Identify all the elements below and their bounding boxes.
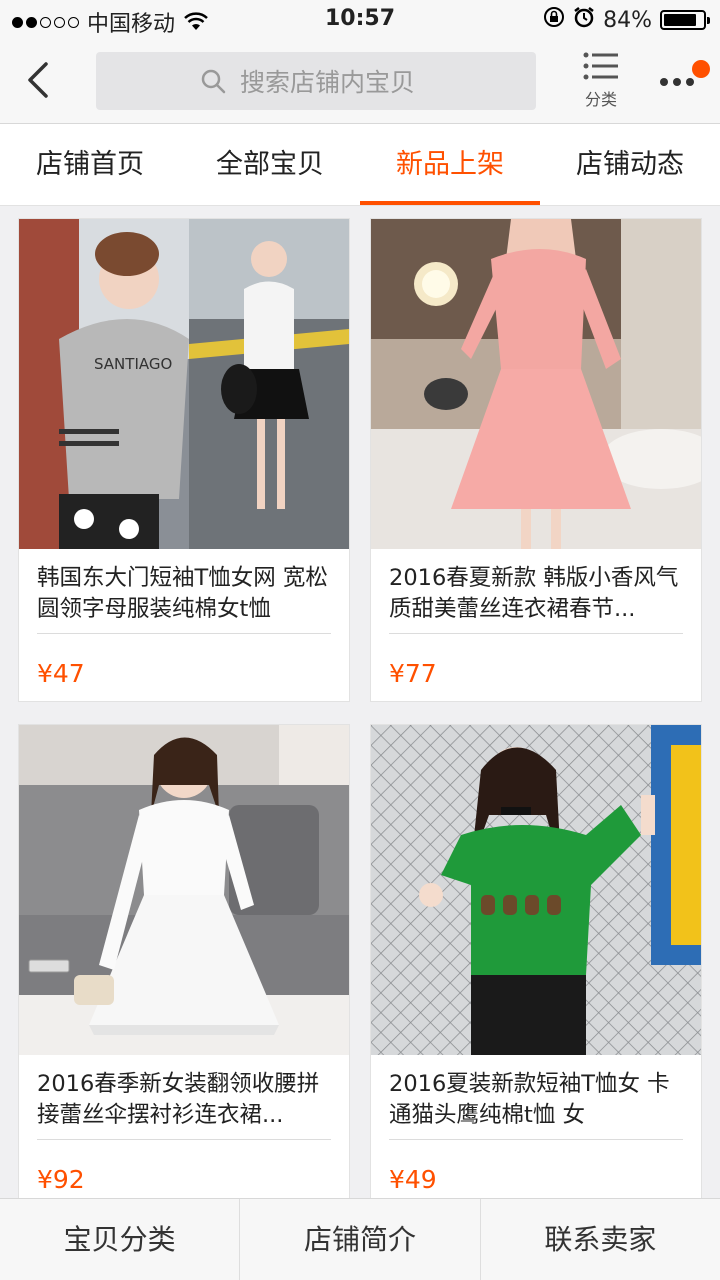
search-icon [200,68,226,100]
nav-bar: 搜索店铺内宝贝 分类 [0,40,720,124]
tab-shop-home[interactable]: 店铺首页 [0,124,180,205]
product-price: ¥47 [37,659,85,688]
product-title[interactable]: 2016夏装新款短袖T恤女 卡通猫头鹰纯棉t恤 女 [389,1069,685,1131]
product-image[interactable] [371,219,701,549]
product-image[interactable] [371,725,701,1055]
category-button[interactable]: 分类 [576,52,626,114]
product-title[interactable]: 2016春夏新款 韩版小香风气质甜美蕾丝连衣裙春节... [389,563,685,625]
category-label: 分类 [584,90,617,109]
status-bar: 中国移动 10:57 84% [0,0,720,40]
product-title[interactable]: 韩国东大门短袖T恤女网 宽松圆领字母服装纯棉女t恤 [37,563,333,625]
product-price: ¥49 [389,1165,437,1194]
more-dots-icon [660,78,694,86]
chevron-left-icon [28,62,48,98]
product-grid: SANTIAGO 韩国东大门短袖T恤女网 宽松圆领字母服装纯棉女t恤 ¥47 2… [0,206,720,1198]
shop-tabs: 店铺首页 全部宝贝 新品上架 店铺动态 [0,124,720,206]
product-title[interactable]: 2016春季新女装翻领收腰拼接蕾丝伞摆衬衫连衣裙... [37,1069,333,1131]
notification-dot [692,60,710,78]
product-image[interactable] [19,725,349,1055]
more-button[interactable] [656,60,712,104]
product-card[interactable]: 2016春夏新款 韩版小香风气质甜美蕾丝连衣裙春节... ¥77 [370,218,702,702]
battery-icon [660,10,710,30]
tab-all-items[interactable]: 全部宝贝 [180,124,360,205]
battery-percent: 84% [603,7,652,33]
divider [37,1139,331,1140]
product-image[interactable]: SANTIAGO [19,219,349,549]
divider [389,1139,683,1140]
status-right: 84% [543,6,710,34]
product-card[interactable]: 2016春季新女装翻领收腰拼接蕾丝伞摆衬衫连衣裙... ¥92 [18,724,350,1198]
item-categories-button[interactable]: 宝贝分类 [0,1199,241,1280]
product-card[interactable]: SANTIAGO 韩国东大门短袖T恤女网 宽松圆领字母服装纯棉女t恤 ¥47 [18,218,350,702]
divider [37,633,331,634]
shirt-print-text: SANTIAGO [94,355,172,373]
tab-shop-updates[interactable]: 店铺动态 [540,124,720,205]
rotation-lock-icon [543,6,565,34]
product-card[interactable]: 2016夏装新款短袖T恤女 卡通猫头鹰纯棉t恤 女 ¥49 [370,724,702,1198]
search-placeholder: 搜索店铺内宝贝 [240,68,416,97]
search-input[interactable]: 搜索店铺内宝贝 [96,52,536,110]
list-icon [583,52,618,80]
product-price: ¥77 [389,659,437,688]
alarm-icon [573,6,595,34]
tab-new-arrivals[interactable]: 新品上架 [360,124,540,205]
back-button[interactable] [18,58,62,102]
shop-intro-button[interactable]: 店铺简介 [240,1199,481,1280]
product-price: ¥92 [37,1165,85,1194]
bottom-action-bar: 宝贝分类 店铺简介 联系卖家 [0,1198,720,1280]
contact-seller-button[interactable]: 联系卖家 [481,1199,720,1280]
divider [389,633,683,634]
